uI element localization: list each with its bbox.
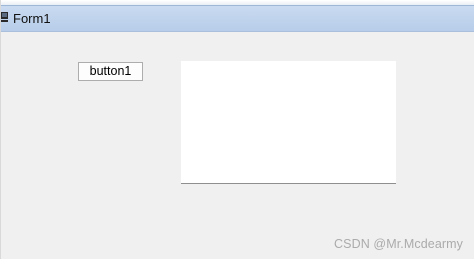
content-panel: [181, 61, 396, 184]
form-window-icon: [1, 12, 9, 25]
window-title: Form1: [13, 11, 51, 26]
form-window: Form1 button1 CSDN @Mr.Mcdearmy: [0, 0, 474, 259]
watermark-text: CSDN @Mr.Mcdearmy: [334, 237, 463, 251]
title-bar[interactable]: Form1: [1, 5, 474, 32]
button1[interactable]: button1: [78, 62, 143, 81]
